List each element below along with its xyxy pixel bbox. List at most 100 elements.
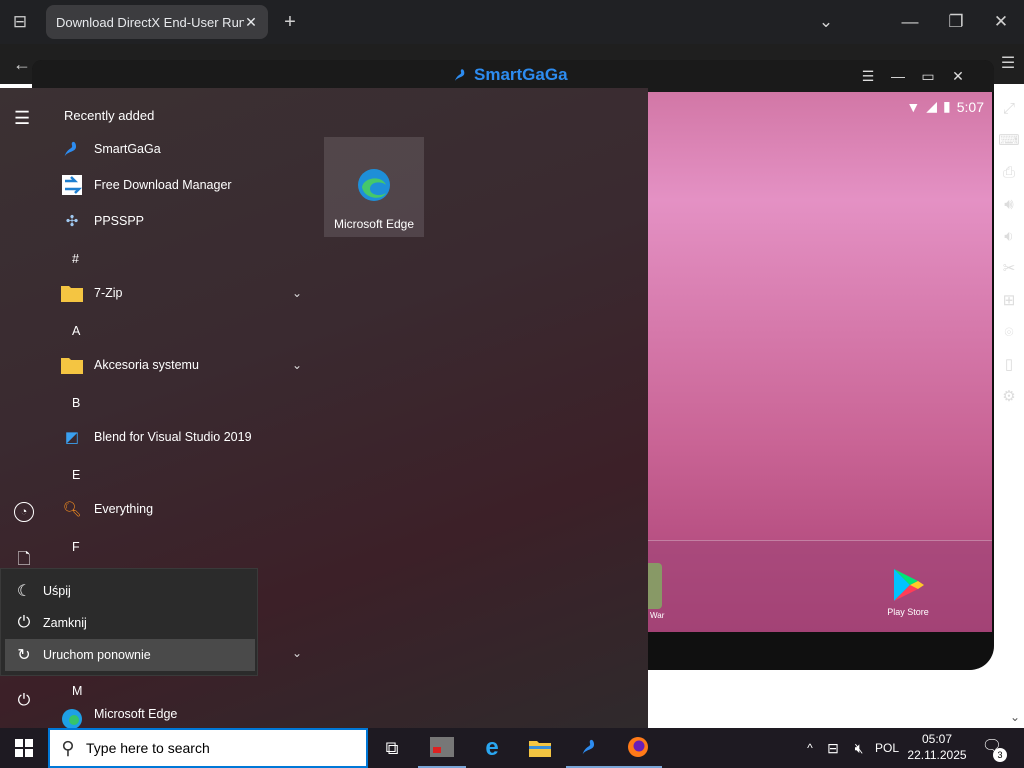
app-label: Microsoft Edge bbox=[94, 707, 178, 721]
notification-badge: 3 bbox=[993, 748, 1007, 762]
shake-icon[interactable]: ▯ bbox=[994, 348, 1024, 380]
shutdown-option[interactable]: ⏻ Zamknij bbox=[5, 607, 255, 639]
folder-icon bbox=[60, 353, 84, 377]
location-icon[interactable]: ⌾ bbox=[994, 316, 1024, 348]
chevron-down-icon[interactable]: ⌄ bbox=[814, 10, 838, 34]
tile-microsoft-edge[interactable]: Microsoft Edge bbox=[324, 137, 424, 237]
taskbar-internet-explorer[interactable]: e bbox=[468, 728, 516, 768]
menu-icon[interactable]: ☰ bbox=[996, 52, 1020, 76]
window-close-button[interactable]: ✕ bbox=[989, 10, 1013, 34]
hamburger-menu-icon[interactable]: ☰ bbox=[14, 108, 30, 129]
swan-logo-icon bbox=[455, 69, 465, 81]
tile-label: Microsoft Edge bbox=[333, 217, 415, 231]
settings-icon[interactable]: ⚙ bbox=[994, 380, 1024, 412]
emulator-maximize-button[interactable]: ▭ bbox=[918, 66, 938, 86]
windows-logo-icon bbox=[15, 739, 33, 757]
installer-icon bbox=[430, 737, 454, 757]
emulator-close-button[interactable]: ✕ bbox=[948, 66, 968, 86]
app-blend[interactable]: ◩ Blend for Visual Studio 2019 bbox=[60, 419, 312, 455]
taskbar-search-box[interactable]: ⚲ Type here to search bbox=[48, 728, 368, 768]
user-avatar-icon[interactable]: ◔ bbox=[14, 502, 34, 522]
section-letter[interactable]: B bbox=[72, 396, 80, 410]
section-letter[interactable]: # bbox=[72, 252, 79, 266]
fdm-icon bbox=[60, 173, 84, 197]
search-placeholder: Type here to search bbox=[86, 740, 210, 756]
folder-icon bbox=[60, 281, 84, 305]
app-label: Akcesoria systemu bbox=[94, 358, 199, 372]
volume-up-icon[interactable]: 🔊︎ bbox=[994, 188, 1024, 220]
chevron-down-icon[interactable]: ⌄ bbox=[292, 646, 302, 660]
network-icon[interactable]: ⊟ bbox=[820, 740, 846, 757]
taskbar-app-installer[interactable] bbox=[418, 728, 466, 768]
chevron-down-icon[interactable]: ⌄ bbox=[292, 286, 302, 300]
chevron-down-icon[interactable]: ⌄ bbox=[292, 358, 302, 372]
volume-muted-icon[interactable]: 🔇︎ bbox=[846, 740, 872, 757]
tab-close-icon[interactable]: ✕ bbox=[244, 14, 258, 31]
emulator-title: SmartGaGa bbox=[474, 65, 568, 84]
status-time: 5:07 bbox=[956, 98, 984, 115]
browser-tab[interactable]: Download DirectX End-User Runtim ✕ bbox=[46, 5, 268, 39]
app-smartgaga[interactable]: SmartGaGa bbox=[60, 131, 312, 167]
task-view-icon[interactable]: ⧉ bbox=[368, 728, 416, 768]
emulator-menu-icon[interactable]: ☰ bbox=[858, 66, 878, 86]
back-arrow-icon[interactable]: ← bbox=[10, 52, 34, 76]
app-7zip[interactable]: 7-Zip ⌄ bbox=[60, 275, 312, 311]
taskbar-smartgaga[interactable] bbox=[566, 728, 614, 768]
app-everything[interactable]: 🔍︎ Everything bbox=[60, 491, 312, 527]
android-status-bar: ▼ ◢ ▮ 5:07 bbox=[906, 98, 984, 115]
language-indicator[interactable]: POL bbox=[872, 741, 902, 755]
tab-search-icon[interactable]: ⊟ bbox=[8, 10, 32, 34]
window-minimize-button[interactable]: — bbox=[898, 10, 922, 34]
sleep-option[interactable]: ☾ Uśpij bbox=[5, 575, 255, 607]
taskbar-firefox[interactable] bbox=[614, 728, 662, 768]
android-dock: War Play Store bbox=[648, 540, 992, 632]
emulator-bottom-bar bbox=[648, 632, 992, 670]
taskbar-file-explorer[interactable] bbox=[516, 728, 564, 768]
window-restore-button[interactable]: ❐ bbox=[944, 10, 968, 34]
start-button[interactable] bbox=[0, 728, 48, 768]
option-label: Zamknij bbox=[43, 616, 87, 630]
restart-option[interactable]: ↻ Uruchom ponownie bbox=[5, 639, 255, 671]
show-hidden-icons-icon[interactable]: ^ bbox=[800, 741, 820, 755]
shutdown-icon: ⏻ bbox=[17, 614, 31, 631]
app-microsoft-edge[interactable]: Microsoft Edge bbox=[60, 707, 312, 729]
apk-install-icon[interactable]: ⎙ bbox=[994, 156, 1024, 188]
power-icon[interactable]: ⏻ bbox=[12, 692, 36, 716]
scroll-down-icon[interactable]: ⌄ bbox=[1010, 710, 1020, 724]
option-label: Uruchom ponownie bbox=[43, 648, 151, 662]
section-letter[interactable]: A bbox=[72, 324, 80, 338]
section-letter[interactable]: F bbox=[72, 540, 80, 554]
app-label: PPSSPP bbox=[94, 214, 145, 228]
screenshot-icon[interactable]: ✂ bbox=[994, 252, 1024, 284]
section-letter[interactable]: M bbox=[72, 684, 82, 698]
internet-explorer-icon: e bbox=[485, 734, 499, 761]
fullscreen-icon[interactable]: ⤢ bbox=[994, 92, 1024, 124]
android-screen[interactable]: ▼ ◢ ▮ 5:07 War Play Store bbox=[648, 92, 992, 632]
app-ppsspp[interactable]: ✣ PPSSPP bbox=[60, 203, 312, 239]
keyboard-icon[interactable]: ⌨ bbox=[994, 124, 1024, 156]
play-store-label: Play Store bbox=[887, 607, 929, 617]
clock-date: 22.11.2025 bbox=[907, 748, 967, 762]
play-store-app[interactable]: Play Store bbox=[878, 565, 938, 617]
emulator-minimize-button[interactable]: — bbox=[888, 66, 908, 86]
clock-time: 05:07 bbox=[921, 732, 953, 746]
volume-down-icon[interactable]: 🔉︎ bbox=[994, 220, 1024, 252]
action-center-button[interactable]: 🗨︎ 3 bbox=[980, 736, 1007, 762]
browser-menu: ☰ bbox=[994, 44, 1024, 84]
new-tab-button[interactable]: + bbox=[278, 10, 302, 34]
multi-instance-icon[interactable]: ⊞ bbox=[994, 284, 1024, 316]
war-game-app[interactable] bbox=[648, 563, 662, 609]
power-options-menu: ☾ Uśpij ⏻ Zamknij ↻ Uruchom ponownie bbox=[0, 568, 258, 676]
smartgaga-icon bbox=[582, 739, 595, 755]
recently-added-heading: Recently added bbox=[64, 108, 155, 123]
app-free-download-manager[interactable]: Free Download Manager bbox=[60, 167, 312, 203]
section-letter[interactable]: E bbox=[72, 468, 80, 482]
taskbar-clock[interactable]: 05:07 22.11.2025 bbox=[902, 731, 972, 763]
emulator-logo: SmartGaGa bbox=[452, 65, 568, 85]
sleep-icon: ☾ bbox=[16, 583, 32, 600]
emulator-sidebar: ⤢ ⌨ ⎙ 🔊︎ 🔉︎ ✂ ⊞ ⌾ ▯ ⚙ bbox=[994, 92, 1024, 442]
system-tray: ^ ⊟ 🔇︎ POL bbox=[800, 728, 902, 768]
app-label: 7-Zip bbox=[94, 286, 123, 300]
app-akcesoria-systemu[interactable]: Akcesoria systemu ⌄ bbox=[60, 347, 312, 383]
option-label: Uśpij bbox=[43, 584, 71, 598]
